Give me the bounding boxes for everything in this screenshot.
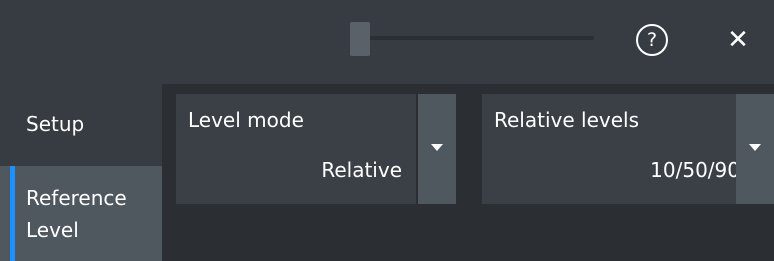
relative-levels-dropdown-button-visual[interactable] bbox=[736, 94, 774, 204]
main-content: Level mode Relative Relative levels 10/5… bbox=[162, 84, 774, 261]
relative-levels-field[interactable]: Relative levels 10/50/90 bbox=[482, 94, 754, 204]
level-mode-dropdown-button[interactable] bbox=[418, 94, 456, 204]
window-slider-track[interactable] bbox=[350, 36, 594, 40]
level-mode-field[interactable]: Level mode Relative bbox=[176, 94, 416, 204]
level-mode-label: Level mode bbox=[188, 108, 304, 132]
sidebar-item-label: Setup bbox=[26, 112, 85, 136]
selected-indicator bbox=[10, 166, 15, 261]
window-slider-handle[interactable] bbox=[350, 22, 370, 56]
sidebar: Setup Reference Level bbox=[0, 84, 162, 261]
level-mode-value: Relative bbox=[321, 158, 402, 182]
sidebar-item-setup[interactable]: Setup bbox=[0, 84, 162, 166]
chevron-down-icon bbox=[431, 144, 443, 151]
relative-levels-value: 10/50/90 bbox=[650, 158, 740, 182]
close-icon[interactable]: ✕ bbox=[722, 20, 754, 60]
relative-levels-label: Relative levels bbox=[494, 108, 639, 132]
help-icon[interactable]: ? bbox=[636, 24, 668, 56]
sidebar-item-label: Reference Level bbox=[26, 186, 127, 242]
dialog-titlebar: ? ✕ bbox=[0, 0, 774, 84]
chevron-down-icon bbox=[749, 144, 761, 151]
sidebar-item-reference-level[interactable]: Reference Level bbox=[0, 166, 162, 261]
